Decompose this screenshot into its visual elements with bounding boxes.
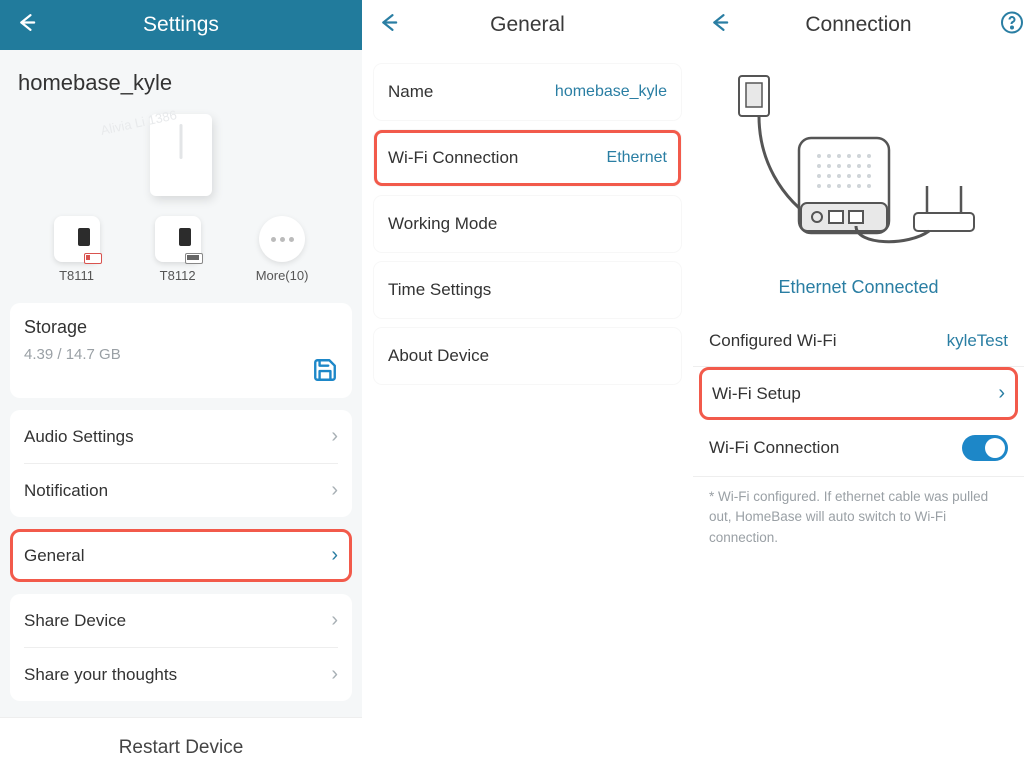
item-label: About Device <box>388 346 489 366</box>
wifi-connection-toggle-row: Wi-Fi Connection <box>693 420 1024 477</box>
device-thumbnails: T8111 T8112 More(10) <box>0 206 362 291</box>
header-title: General <box>490 13 565 37</box>
storage-value: 4.39 / 14.7 GB <box>24 346 338 363</box>
configured-wifi-row[interactable]: Configured Wi-Fi kyleTest <box>693 316 1024 367</box>
save-icon <box>312 357 338 388</box>
back-arrow-icon <box>14 12 36 34</box>
row-label: Configured Wi-Fi <box>709 331 837 351</box>
row-label: Wi-Fi Connection <box>709 438 839 458</box>
menu-item-notification[interactable]: Notification › <box>24 464 338 517</box>
storage-title: Storage <box>24 317 338 338</box>
menu-item-share-device[interactable]: Share Device › <box>24 594 338 648</box>
restart-device-button[interactable]: Restart Device <box>0 717 362 777</box>
device-thumb-more[interactable]: More(10) <box>256 216 309 283</box>
menu-label: Share your thoughts <box>24 665 177 685</box>
back-arrow-icon <box>376 12 398 34</box>
back-button[interactable] <box>376 12 398 39</box>
back-button[interactable] <box>14 12 36 39</box>
chevron-right-icon: › <box>331 544 338 567</box>
settings-screen: Settings homebase_kyle T8111 T8112 More(… <box>0 0 362 777</box>
header-title: Connection <box>805 13 911 37</box>
menu-label: General <box>24 546 84 566</box>
item-value: homebase_kyle <box>555 83 667 101</box>
menu-label: Notification <box>24 481 108 501</box>
item-label: Time Settings <box>388 280 491 300</box>
general-item-name[interactable]: Name homebase_kyle <box>374 64 681 120</box>
menu-label: Share Device <box>24 611 126 631</box>
row-value: kyleTest <box>947 331 1008 351</box>
back-arrow-icon <box>707 12 729 34</box>
item-label: Name <box>388 82 433 102</box>
thumb-label: More(10) <box>256 268 309 283</box>
device-thumb-2[interactable]: T8112 <box>155 216 201 283</box>
device-thumb-1[interactable]: T8111 <box>54 216 100 283</box>
ethernet-diagram-icon <box>729 68 989 258</box>
item-label: Wi-Fi Connection <box>388 148 518 168</box>
chevron-right-icon: › <box>331 663 338 686</box>
settings-menu-2: Share Device › Share your thoughts › <box>10 594 352 701</box>
more-icon <box>259 216 305 262</box>
general-screen: General Name homebase_kyle Wi-Fi Connect… <box>362 0 693 777</box>
thumb-label: T8112 <box>155 268 201 283</box>
homebase-image <box>150 114 212 196</box>
chevron-right-icon: › <box>998 382 1005 405</box>
thumb-label: T8111 <box>54 268 100 283</box>
general-item-wifi[interactable]: Wi-Fi Connection Ethernet <box>374 130 681 186</box>
row-label: Wi-Fi Setup <box>712 384 801 404</box>
restart-label: Restart Device <box>119 737 244 759</box>
chevron-right-icon: › <box>331 609 338 632</box>
chevron-right-icon: › <box>331 479 338 502</box>
connection-list: Configured Wi-Fi kyleTest Wi-Fi Setup › … <box>693 316 1024 477</box>
settings-menu: Audio Settings › Notification › <box>10 410 352 517</box>
device-hero <box>0 110 362 206</box>
connection-screen: Connection Ethernet Connect <box>693 0 1024 777</box>
battery-full-icon <box>185 253 203 264</box>
chevron-right-icon: › <box>331 425 338 448</box>
help-icon <box>1000 11 1024 35</box>
general-item-about[interactable]: About Device <box>374 328 681 384</box>
item-label: Working Mode <box>388 214 497 234</box>
connection-header: Connection <box>693 0 1024 50</box>
connection-status: Ethernet Connected <box>693 277 1024 298</box>
menu-item-audio[interactable]: Audio Settings › <box>24 410 338 464</box>
settings-header: Settings <box>0 0 362 50</box>
menu-item-share-thoughts[interactable]: Share your thoughts › <box>24 648 338 701</box>
menu-item-general[interactable]: General › <box>10 529 352 582</box>
back-button[interactable] <box>707 12 729 39</box>
help-button[interactable] <box>1000 11 1024 40</box>
wifi-setup-row[interactable]: Wi-Fi Setup › <box>699 367 1018 420</box>
item-value: Ethernet <box>607 149 667 167</box>
menu-label: Audio Settings <box>24 427 134 447</box>
header-title: Settings <box>143 13 219 37</box>
wifi-note: * Wi-Fi configured. If ethernet cable wa… <box>693 477 1024 548</box>
general-list: Name homebase_kyle Wi-Fi Connection Ethe… <box>362 64 693 384</box>
general-header: General <box>362 0 693 50</box>
wifi-toggle[interactable] <box>962 435 1008 461</box>
connection-illustration <box>693 50 1024 269</box>
general-item-working-mode[interactable]: Working Mode <box>374 196 681 252</box>
general-item-time[interactable]: Time Settings <box>374 262 681 318</box>
storage-card[interactable]: Storage 4.39 / 14.7 GB <box>10 303 352 398</box>
device-name: homebase_kyle <box>0 50 362 110</box>
battery-low-icon <box>84 253 102 264</box>
